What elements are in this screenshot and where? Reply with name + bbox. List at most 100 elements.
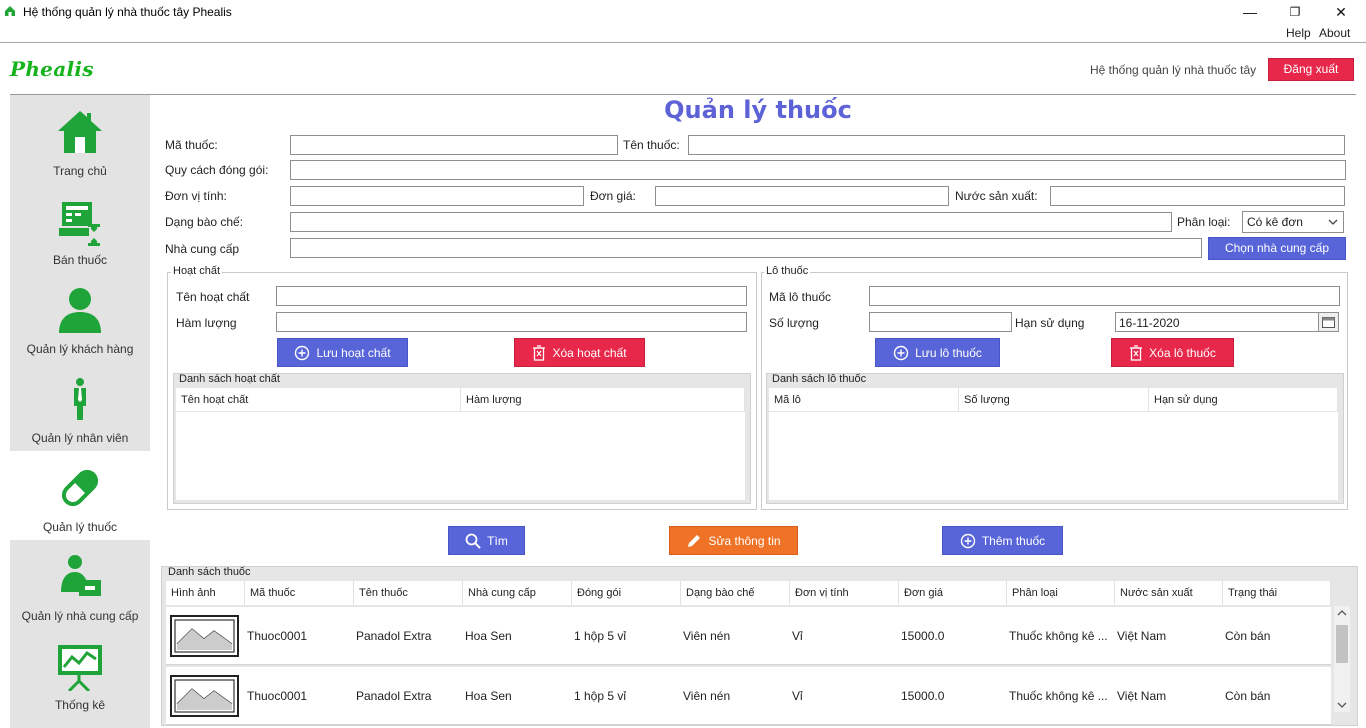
ma-thuoc-cell: Thuoc0001	[247, 688, 308, 703]
sidebar-item-suppliers[interactable]: Quản lý nhà cung cấp	[10, 540, 150, 629]
delete-lo-thuoc-button[interactable]: Xóa lô thuốc	[1111, 338, 1234, 367]
ten-hoat-chat-input[interactable]	[276, 286, 747, 306]
help-menu[interactable]: Help	[1286, 26, 1311, 40]
sidebar-item-employees[interactable]: Quản lý nhân viên	[10, 362, 150, 451]
ma-lo-label: Mã lô thuốc	[769, 290, 832, 304]
page-title: Quản lý thuốc	[664, 96, 852, 124]
scroll-up-icon[interactable]	[1337, 609, 1347, 616]
column-header[interactable]: Phân loại	[1007, 581, 1115, 605]
stats-icon	[58, 645, 102, 691]
don-vi-input[interactable]	[290, 186, 584, 206]
don-gia-input[interactable]	[655, 186, 949, 206]
column-header[interactable]: Nhà cung cấp	[463, 581, 572, 605]
don-gia-label: Đơn giá:	[590, 189, 636, 203]
delete-hoat-chat-button[interactable]: Xóa hoạt chất	[514, 338, 645, 367]
image-placeholder-icon	[170, 674, 239, 717]
calendar-button[interactable]	[1318, 313, 1338, 331]
dang-bao-che-input[interactable]	[290, 212, 1172, 232]
nha-cung-cap-input[interactable]	[290, 238, 1202, 258]
employee-icon	[74, 378, 86, 420]
search-button[interactable]: Tìm	[448, 526, 525, 555]
sidebar-item-label: Quản lý nhân viên	[31, 431, 129, 445]
column-header[interactable]: Đơn vị tính	[790, 581, 899, 605]
choose-supplier-button[interactable]: Chọn nhà cung cấp	[1208, 237, 1346, 260]
sidebar-item-label: Bán thuốc	[52, 253, 108, 267]
add-medicine-button[interactable]: Thêm thuốc	[942, 526, 1063, 555]
lo-thuoc-table-header: Mã lô Số lượng Hạn sử dụng	[769, 388, 1338, 412]
ma-lo-input[interactable]	[869, 286, 1340, 306]
don-gia-cell: 15000.0	[901, 688, 945, 703]
delete-hoat-chat-label: Xóa hoạt chất	[552, 345, 627, 360]
ma-thuoc-label: Mã thuốc:	[165, 138, 218, 152]
han-su-dung-picker[interactable]: 16-11-2020	[1115, 312, 1339, 332]
divider	[0, 42, 1366, 43]
image-placeholder-icon	[170, 614, 239, 657]
delete-lo-thuoc-label: Xóa lô thuốc	[1149, 345, 1216, 360]
column-header[interactable]: Tên hoạt chất	[176, 388, 461, 412]
phan-loai-select[interactable]: Có kê đơn	[1242, 211, 1344, 233]
ma-thuoc-input[interactable]	[290, 135, 618, 155]
ham-luong-input[interactable]	[276, 312, 747, 332]
delete-icon	[1130, 344, 1143, 361]
sidebar-item-stats[interactable]: Thống kê	[10, 629, 150, 718]
lo-thuoc-group-title: Lô thuốc	[764, 265, 811, 277]
ma-thuoc-cell: Thuoc0001	[247, 628, 308, 643]
so-luong-label: Số lượng	[769, 316, 819, 330]
nuoc-sx-input[interactable]	[1050, 186, 1345, 206]
add-circle-icon	[295, 345, 310, 360]
column-header[interactable]: Nước sản xuất	[1115, 581, 1223, 605]
sell-icon	[59, 202, 100, 246]
save-hoat-chat-button[interactable]: Lưu hoạt chất	[277, 338, 408, 367]
sidebar: Trang chủ Bán thuốc Quản lý khách hàng Q…	[10, 95, 150, 728]
sidebar-item-medicine[interactable]: Quản lý thuốc	[10, 451, 150, 540]
add-medicine-label: Thêm thuốc	[981, 533, 1046, 548]
image-cell	[166, 674, 245, 717]
column-header[interactable]: Trạng thái	[1223, 581, 1331, 605]
ncc-cell: Hoa Sen	[465, 628, 512, 643]
column-header[interactable]: Đóng gói	[572, 581, 681, 605]
so-luong-input[interactable]	[869, 312, 1012, 332]
nha-cung-cap-label: Nhà cung cấp	[165, 242, 240, 256]
system-label: Hệ thống quản lý nhà thuốc tây	[1090, 63, 1257, 77]
column-header[interactable]: Mã thuốc	[245, 581, 354, 605]
image-cell	[166, 614, 245, 657]
sidebar-item-label: Quản lý khách hàng	[26, 342, 134, 356]
sidebar-item-home[interactable]: Trang chủ	[10, 95, 150, 184]
sidebar-item-sell[interactable]: Bán thuốc	[10, 184, 150, 273]
sidebar-item-customers[interactable]: Quản lý khách hàng	[10, 273, 150, 362]
close-button[interactable]: ✕	[1329, 2, 1353, 22]
lo-thuoc-table-body[interactable]	[769, 412, 1338, 500]
restore-button[interactable]: ❐	[1283, 2, 1307, 22]
column-header[interactable]: Dạng bào chế	[681, 581, 790, 605]
quy-cach-input[interactable]	[290, 160, 1346, 180]
sidebar-item-label: Quản lý thuốc	[42, 520, 118, 534]
hoat-chat-list-title: Danh sách hoạt chất	[179, 373, 280, 385]
logout-button[interactable]: Đăng xuất	[1268, 58, 1354, 81]
column-header[interactable]: Đơn giá	[899, 581, 1007, 605]
ten-thuoc-input[interactable]	[688, 135, 1345, 155]
save-hoat-chat-label: Lưu hoạt chất	[316, 345, 391, 360]
column-header[interactable]: Mã lô	[769, 388, 959, 412]
column-header[interactable]: Số lượng	[959, 388, 1149, 412]
app-logo: Phealis	[10, 57, 94, 81]
dong-goi-cell: 1 hộp 5 vỉ	[574, 688, 627, 703]
scrollbar-thumb[interactable]	[1336, 625, 1348, 663]
minimize-button[interactable]: —	[1238, 2, 1262, 22]
column-header[interactable]: Tên thuốc	[354, 581, 463, 605]
phan-loai-value: Có kê đơn	[1247, 215, 1303, 229]
table-row[interactable]: Thuoc0001 Panadol Extra Hoa Sen 1 hộp 5 …	[166, 607, 1331, 665]
column-header[interactable]: Hàm lượng	[461, 388, 745, 412]
about-menu[interactable]: About	[1319, 26, 1350, 40]
column-header[interactable]: Hình ảnh	[166, 581, 245, 605]
table-row[interactable]: Thuoc0001 Panadol Extra Hoa Sen 1 hộp 5 …	[166, 667, 1331, 725]
sidebar-item-label: Quản lý nhà cung cấp	[21, 609, 139, 623]
save-lo-thuoc-button[interactable]: Lưu lô thuốc	[875, 338, 1000, 367]
phan-loai-label: Phân loại:	[1177, 215, 1231, 229]
don-gia-cell: 15000.0	[901, 628, 945, 643]
column-header[interactable]: Hạn sử dụng	[1149, 388, 1338, 412]
hoat-chat-table-body[interactable]	[176, 412, 745, 500]
scroll-down-icon[interactable]	[1337, 702, 1347, 709]
edit-button[interactable]: Sửa thông tin	[669, 526, 798, 555]
trang-thai-cell: Còn bán	[1225, 688, 1271, 703]
ten-thuoc-cell: Panadol Extra	[356, 688, 432, 703]
